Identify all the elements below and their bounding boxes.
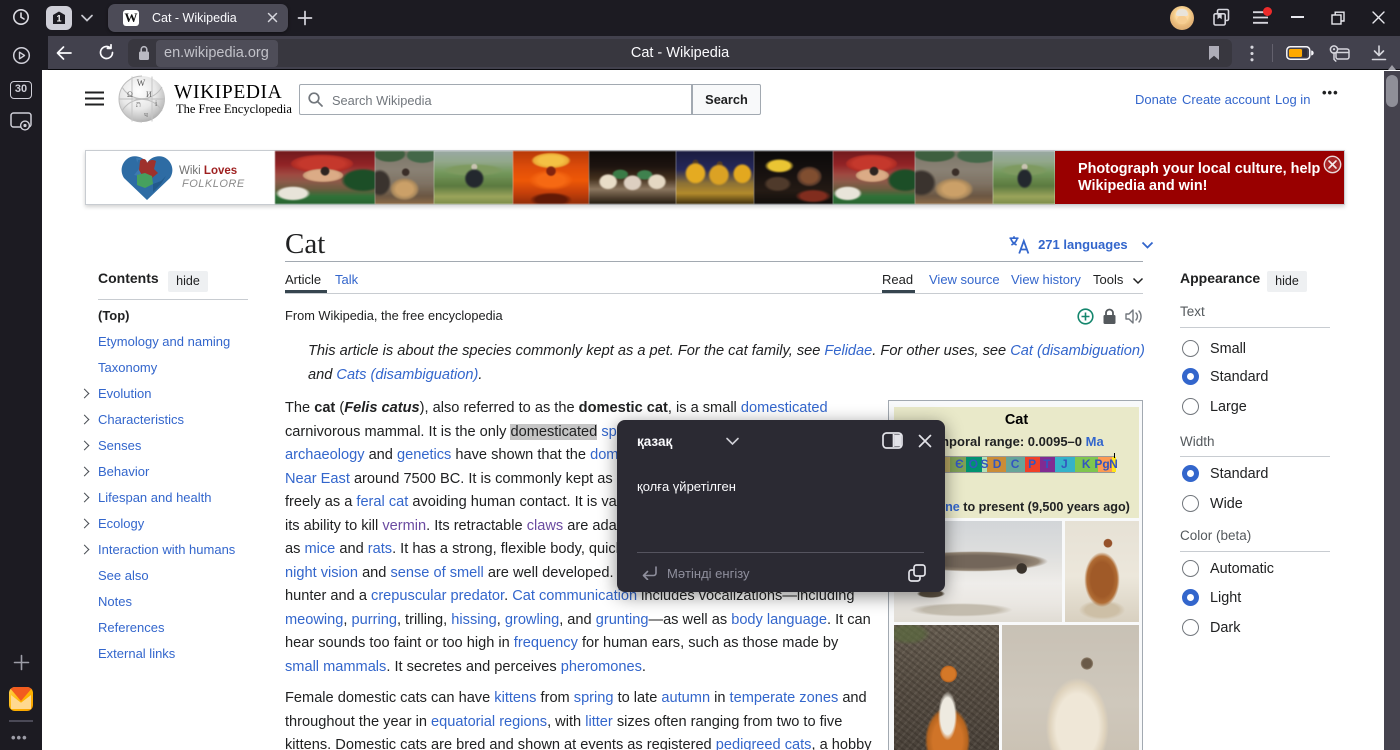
- svg-text:ת: ת: [136, 100, 141, 109]
- svg-text:И: И: [146, 90, 152, 99]
- svg-text:ч: ч: [144, 110, 148, 119]
- svg-text:W: W: [137, 78, 146, 88]
- svg-text:Ω: Ω: [127, 90, 133, 99]
- svg-text:1: 1: [56, 14, 61, 24]
